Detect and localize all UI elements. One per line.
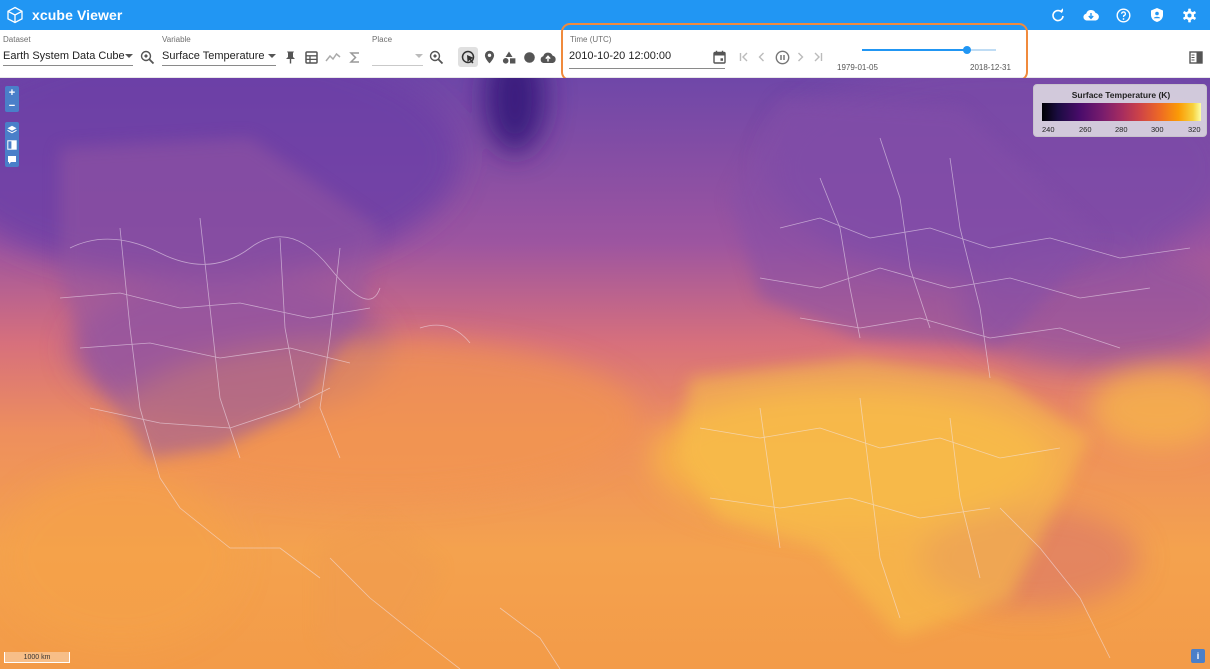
add-statistics-button[interactable] <box>345 47 365 67</box>
chevron-down-icon <box>415 54 423 58</box>
app-bar-actions <box>1041 0 1206 30</box>
variable-value: Surface Temperature <box>162 49 265 62</box>
sidebar-panel-icon <box>1189 50 1203 64</box>
map-layer-controls <box>5 122 19 167</box>
chevron-down-icon <box>125 54 133 58</box>
circle-icon <box>523 51 535 63</box>
zoom-to-dataset-icon <box>140 50 154 64</box>
chevron-down-icon <box>268 54 276 58</box>
legend-title: Surface Temperature (K) <box>1071 90 1171 100</box>
legend-tick: 320 <box>1188 125 1201 134</box>
zoom-out-button[interactable]: − <box>5 99 19 112</box>
settings-button[interactable] <box>1173 0 1206 30</box>
shield-user-icon <box>1150 8 1163 22</box>
help-icon <box>1116 7 1131 23</box>
dataset-select[interactable]: Earth System Data Cube <box>3 46 133 66</box>
zoom-in-button[interactable]: + <box>5 86 19 99</box>
app-title: xcube Viewer <box>32 7 123 23</box>
cube-icon <box>5 5 25 25</box>
table-icon <box>304 50 318 64</box>
layers-icon <box>7 125 17 133</box>
cloud-download-icon <box>1082 9 1099 21</box>
toggle-sidebar-button[interactable] <box>1186 47 1206 67</box>
point-mode-button[interactable] <box>479 47 499 67</box>
gear-icon <box>1183 8 1196 22</box>
dataset-label: Dataset <box>3 35 31 44</box>
variable-label: Variable <box>162 35 191 44</box>
pin-icon <box>285 51 295 64</box>
attribution-button[interactable]: i <box>1191 649 1205 663</box>
add-time-series-button[interactable] <box>323 47 343 67</box>
legend-tick: 260 <box>1079 125 1092 134</box>
zoom-to-place-icon <box>429 50 443 64</box>
help-button[interactable] <box>1107 0 1140 30</box>
dataset-value: Earth System Data Cube <box>3 49 125 62</box>
dataset-zoom-button[interactable] <box>137 47 157 67</box>
split-view-button[interactable] <box>5 137 19 152</box>
zoom-control: + − <box>5 86 19 112</box>
polygon-mode-button[interactable] <box>499 47 519 67</box>
chat-bubble-icon <box>8 155 16 164</box>
temperature-map-layer <box>0 78 1210 669</box>
place-zoom-button[interactable] <box>426 47 446 67</box>
color-legend[interactable]: Surface Temperature (K) 240 260 280 300 … <box>1033 84 1207 137</box>
place-select[interactable] <box>372 46 423 66</box>
layers-button[interactable] <box>5 122 19 137</box>
refresh-icon <box>1051 8 1064 22</box>
scale-bar: 1000 km <box>4 652 70 663</box>
comments-button[interactable] <box>5 152 19 167</box>
pin-variable-button[interactable] <box>280 47 300 67</box>
legend-colorbar <box>1042 103 1201 121</box>
variable-info-button[interactable] <box>301 47 321 67</box>
variable-select[interactable]: Surface Temperature <box>162 46 276 66</box>
split-view-icon <box>7 139 17 150</box>
cloud-upload-icon <box>540 52 556 63</box>
shapes-icon <box>502 51 516 64</box>
legend-tick: 280 <box>1115 125 1128 134</box>
select-cursor-icon <box>461 50 474 63</box>
login-button[interactable] <box>1140 0 1173 30</box>
refresh-button[interactable] <box>1041 0 1074 30</box>
time-highlight-frame <box>561 23 1028 81</box>
sigma-icon <box>349 51 359 63</box>
export-button[interactable] <box>1074 0 1107 30</box>
upload-places-button[interactable] <box>538 47 558 67</box>
select-mode-button[interactable] <box>458 47 478 67</box>
circle-mode-button[interactable] <box>519 47 539 67</box>
line-chart-icon <box>325 52 341 62</box>
place-label: Place <box>372 35 393 44</box>
legend-tick: 240 <box>1042 125 1055 134</box>
map-view[interactable]: + − Surface Temperature (K) 240 260 280 … <box>0 78 1210 669</box>
legend-tick: 300 <box>1151 125 1164 134</box>
map-marker-icon <box>484 50 494 64</box>
